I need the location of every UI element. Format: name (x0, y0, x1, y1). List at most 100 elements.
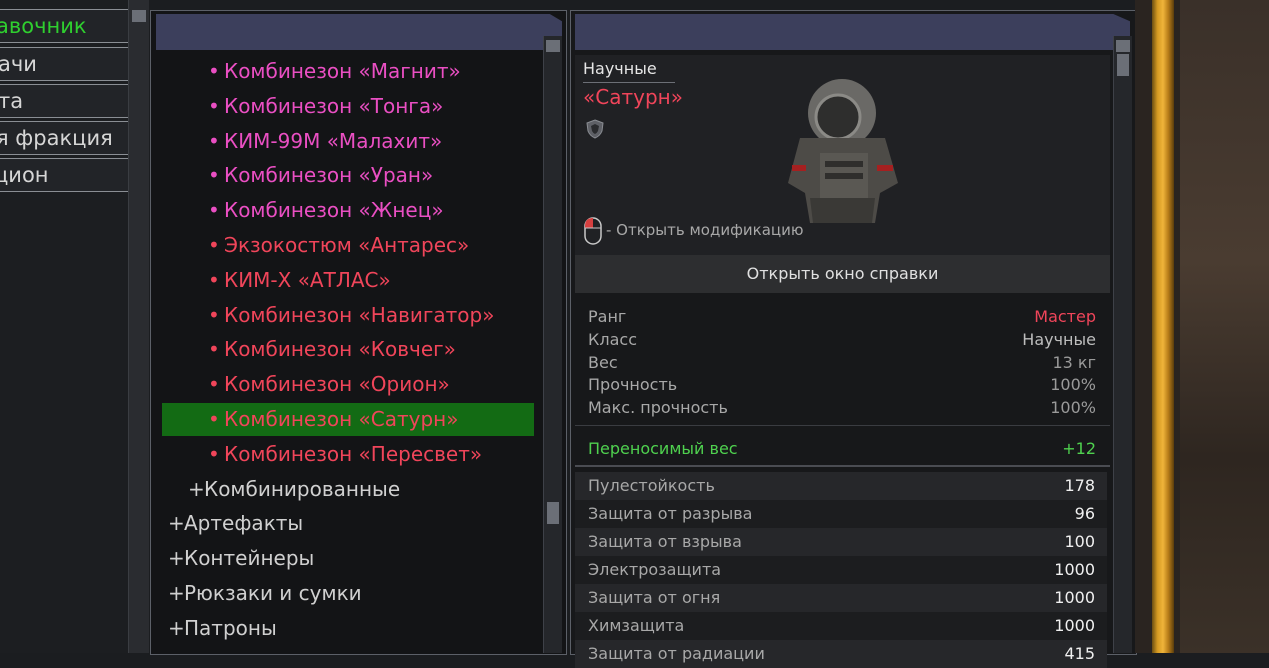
bullet-icon: • (208, 128, 220, 153)
scroll-thumb[interactable] (547, 502, 559, 524)
bullet-icon: • (208, 302, 220, 327)
nav-tab-2[interactable]: та (0, 84, 129, 118)
list-item[interactable]: • Комбинезон «Орион» (162, 368, 534, 401)
list-item[interactable]: + Рюкзаки и сумки (162, 577, 534, 610)
nav-tab-label: ачи (0, 52, 37, 76)
list-item-label: Комбинезон «Жнец» (224, 198, 444, 223)
stat-value: 100% (1050, 398, 1096, 418)
nav-tab-4[interactable]: цион (0, 158, 129, 192)
list-item[interactable]: • Комбинезон «Магнит» (162, 55, 534, 88)
list-item[interactable]: • Комбинезон «Навигатор» (162, 299, 534, 332)
nav-tab-label: авочник (0, 14, 87, 38)
stat-label: Макс. прочность (588, 398, 728, 418)
protection-label: Защита от взрыва (588, 532, 742, 551)
list-item[interactable]: + Патроны (162, 612, 534, 645)
protection-value: 1000 (1054, 616, 1095, 635)
list-item[interactable]: + Контейнеры (162, 542, 534, 575)
item-card: Научные «Сатурн» - Открыть модификацию (575, 55, 1110, 255)
stat-row: Класс Научные (588, 328, 1096, 351)
list-item-label: КИМ-99М «Малахит» (224, 128, 443, 153)
protection-label: Химзащита (588, 616, 685, 635)
door-frame (1152, 0, 1174, 653)
protection-label: Защита от огня (588, 588, 721, 607)
stat-row: Прочность 100% (588, 373, 1096, 396)
protection-row: Защита от радиации 415 (575, 640, 1107, 668)
list-item-selected[interactable]: • Комбинезон «Сатурн» (162, 403, 534, 436)
divider (575, 465, 1110, 467)
expand-icon[interactable]: + (188, 473, 205, 506)
list-item-label: Комбинезон «Магнит» (224, 59, 461, 83)
protection-label: Защита от разрыва (588, 504, 753, 523)
stat-row: Ранг Мастер (588, 305, 1096, 328)
stat-value: Мастер (1034, 307, 1096, 326)
scroll-up-arrow[interactable] (132, 10, 146, 22)
list-item[interactable]: • КИМ-99М «Малахит» (162, 125, 534, 158)
background-wood (1180, 0, 1269, 653)
suit-image (780, 73, 910, 228)
category-underline (583, 82, 675, 83)
expand-icon[interactable]: + (168, 612, 185, 645)
scroll-thumb[interactable] (1117, 54, 1129, 76)
list-item[interactable]: • КИМ-Х «АТЛАС» (162, 264, 534, 297)
stat-value: 13 кг (1052, 352, 1096, 372)
list-item[interactable]: + Комбинированные (162, 473, 534, 506)
list-item[interactable]: • Комбинезон «Уран» (162, 159, 534, 192)
nav-tab-label: та (0, 89, 24, 113)
stat-label: Прочность (588, 375, 678, 395)
list-item-label: Рюкзаки и сумки (184, 581, 362, 605)
expand-icon[interactable]: + (168, 577, 185, 610)
list-item-label: Комбинезон «Уран» (224, 163, 434, 188)
list-item-label: Комбинезон «Сатурн» (224, 407, 459, 431)
stat-row: Вес 13 кг (588, 351, 1096, 374)
list-item-label: Комбинезон «Тонга» (224, 93, 444, 118)
nav-tab-3[interactable]: я фракция (0, 121, 129, 155)
bullet-icon: • (208, 407, 220, 431)
list-item[interactable]: • Комбинезон «Тонга» (162, 90, 534, 123)
scroll-up-arrow[interactable] (546, 40, 560, 52)
mouse-icon (583, 216, 603, 246)
stat-label: Вес (588, 352, 618, 372)
bullet-icon: • (208, 59, 220, 83)
list-item-label: Комбинезон «Орион» (224, 372, 450, 397)
bullet-icon: • (208, 267, 220, 292)
list-scrollbar[interactable] (543, 36, 562, 653)
detail-scrollbar[interactable] (1113, 36, 1132, 653)
list-header-bar (156, 14, 562, 50)
carry-weight-value: +12 (1062, 439, 1096, 458)
item-category: Научные (583, 59, 657, 78)
stat-row: Макс. прочность 100% (588, 396, 1096, 419)
list-item[interactable]: • Комбинезон «Жнец» (162, 194, 534, 227)
nav-tab-0[interactable]: авочник (0, 9, 129, 43)
expand-icon[interactable]: + (168, 507, 185, 540)
left-nav: авочник ачи та я фракция цион (0, 0, 130, 653)
protection-value: 1000 (1054, 588, 1095, 607)
bullet-icon: • (208, 198, 220, 223)
protection-row: Защита от разрыва 96 (575, 500, 1107, 528)
protection-value: 415 (1064, 644, 1095, 663)
nav-tab-1[interactable]: ачи (0, 47, 129, 81)
divider (575, 425, 1110, 426)
shield-icon (585, 119, 605, 139)
protection-value: 1000 (1054, 560, 1095, 579)
protection-row: Защита от взрыва 100 (575, 528, 1107, 556)
list-item[interactable]: + Артефакты (162, 507, 534, 540)
stat-label: Класс (588, 329, 637, 349)
list-item[interactable]: • Комбинезон «Ковчег» (162, 333, 534, 366)
open-help-button[interactable]: Открыть окно справки (575, 255, 1110, 293)
stat-label: Ранг (588, 307, 627, 326)
bullet-icon: • (208, 337, 220, 362)
list-item-label: Контейнеры (184, 546, 315, 571)
list-item-label: Экзокостюм «Антарес» (224, 233, 470, 257)
expand-icon[interactable]: + (168, 542, 185, 575)
left-scroll-strip[interactable] (128, 0, 149, 653)
scroll-up-arrow[interactable] (1116, 40, 1130, 52)
protection-value: 178 (1064, 476, 1095, 495)
protection-value: 100 (1064, 532, 1095, 551)
list-item-label: Комбинезон «Навигатор» (224, 302, 495, 327)
list-item[interactable]: • Экзокостюм «Антарес» (162, 229, 534, 262)
protection-row: Химзащита 1000 (575, 612, 1107, 640)
list-item[interactable]: • Комбинезон «Пересвет» (162, 438, 534, 471)
protection-label: Защита от радиации (588, 644, 765, 663)
stat-value: Научные (1022, 329, 1096, 349)
bullet-icon: • (208, 233, 220, 257)
